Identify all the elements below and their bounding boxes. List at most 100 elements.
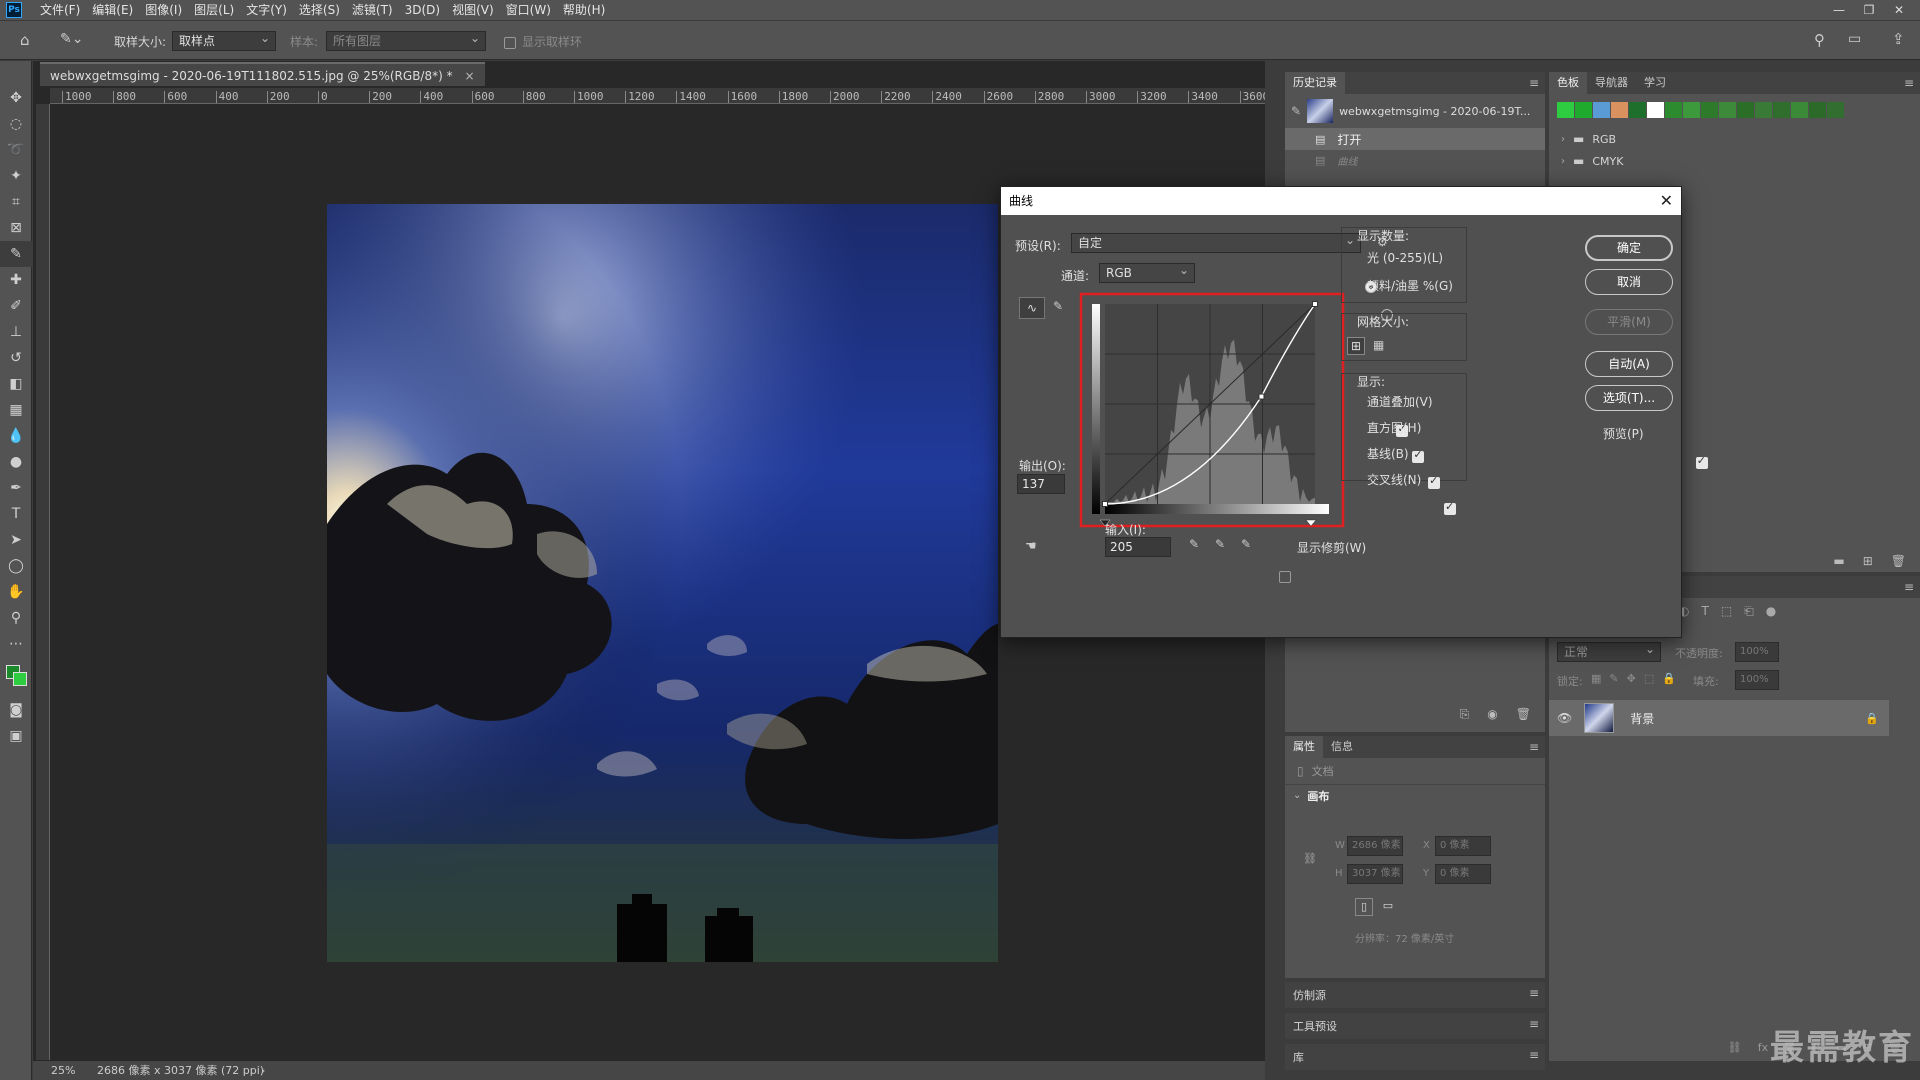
lock-icons[interactable]: ▦✎✥⬚🔒 [1591, 672, 1684, 685]
quick-mask-icon[interactable]: ◙ [0, 697, 32, 723]
type-tool-icon[interactable]: T [0, 501, 32, 527]
more-tools-icon[interactable]: ⋯ [0, 631, 32, 657]
eraser-tool-icon[interactable]: ◧ [0, 371, 32, 397]
stamp-tool-icon[interactable]: ⊥ [0, 319, 32, 345]
camera-snapshot-icon[interactable]: ◉ [1487, 707, 1497, 721]
history-item[interactable]: ▤ 打开 [1285, 128, 1545, 150]
gradient-tool-icon[interactable]: ▦ [0, 397, 32, 423]
color-swatch[interactable] [1647, 102, 1664, 118]
shape-filter-icon[interactable]: ⬚ [1721, 604, 1732, 618]
smooth-button[interactable]: 平滑(M) [1585, 309, 1673, 335]
background-color[interactable] [13, 672, 27, 686]
menu-3d[interactable]: 3D(D) [399, 0, 446, 20]
tab-navigator[interactable]: 导航器 [1587, 72, 1636, 94]
search-icon[interactable]: ⚲ [1814, 31, 1825, 49]
show-ring-checkbox[interactable] [504, 36, 516, 49]
baseline-checkbox[interactable] [1428, 474, 1441, 489]
workspace-icon[interactable]: ▭ [1848, 31, 1861, 47]
intersection-checkbox[interactable] [1443, 500, 1456, 515]
panel-menu-icon[interactable]: ≡ [1529, 76, 1539, 90]
shape-tool-icon[interactable]: ◯ [0, 553, 32, 579]
curve-control-point[interactable] [1102, 501, 1108, 507]
brush-tool-icon[interactable]: ✐ [0, 293, 32, 319]
eyedropper-tool-icon[interactable]: ✎ [0, 241, 32, 267]
curve-control-point[interactable] [1258, 393, 1265, 400]
preset-select[interactable]: 自定 [1071, 231, 1361, 253]
landscape-orientation-icon[interactable]: ▭ [1379, 898, 1397, 916]
layer-row-background[interactable]: 👁 背景 🔒 [1549, 700, 1889, 736]
filter-toggle-icon[interactable]: ● [1766, 604, 1776, 618]
status-arrow-icon[interactable]: › [261, 1061, 265, 1080]
white-eyedropper-icon[interactable]: ✎ [1241, 537, 1251, 551]
color-swatch[interactable] [1665, 102, 1682, 118]
targeted-adjustment-icon[interactable]: ☚ [1025, 539, 1037, 554]
output-field[interactable]: 137 [1017, 474, 1065, 494]
restore-button[interactable]: ❐ [1854, 0, 1884, 20]
eyedropper-tool-icon[interactable]: ✎⌄ [60, 31, 83, 47]
blend-mode-select[interactable]: 正常 [1557, 640, 1661, 662]
history-item[interactable]: ▤ 曲线 [1285, 150, 1545, 170]
ok-button[interactable]: 确定 [1585, 235, 1673, 261]
menu-layer[interactable]: 图层(L) [188, 0, 240, 20]
color-swatch[interactable] [1791, 102, 1808, 118]
menu-image[interactable]: 图像(I) [139, 0, 188, 20]
canvas-image[interactable] [327, 204, 998, 962]
histogram-checkbox[interactable] [1412, 448, 1425, 463]
tab-properties[interactable]: 属性 [1285, 736, 1323, 758]
grid-4x4-icon[interactable]: ⊞ [1347, 337, 1365, 355]
menu-help[interactable]: 帮助(H) [557, 0, 611, 20]
curves-graph[interactable] [1079, 292, 1345, 528]
show-clipping-checkbox[interactable] [1279, 570, 1291, 583]
width-field[interactable]: 2686 像素 [1347, 836, 1403, 856]
panel-menu-icon[interactable]: ≡ [1529, 986, 1539, 1000]
auto-button[interactable]: 自动(A) [1585, 351, 1673, 377]
trash-icon[interactable]: 🗑 [1891, 554, 1906, 568]
smart-object-filter-icon[interactable]: ⎗ [1744, 604, 1754, 619]
channel-select[interactable]: RGB [1099, 261, 1195, 283]
color-swatch[interactable] [1629, 102, 1646, 118]
color-swatch[interactable] [1611, 102, 1628, 118]
pencil-tool-icon[interactable]: ✎ [1053, 299, 1063, 313]
portrait-orientation-icon[interactable]: ▯ [1355, 898, 1373, 916]
fill-field[interactable]: 100% [1735, 670, 1779, 690]
healing-tool-icon[interactable]: ✚ [0, 267, 32, 293]
cancel-button[interactable]: 取消 [1585, 269, 1673, 295]
marquee-tool-icon[interactable]: ◌ [0, 111, 32, 137]
swatch-folder-cmyk[interactable]: › ▬ CMYK [1549, 150, 1920, 172]
panel-menu-icon[interactable]: ≡ [1529, 1017, 1539, 1031]
panel-menu-icon[interactable]: ≡ [1904, 580, 1914, 594]
height-field[interactable]: 3037 像素 [1347, 864, 1403, 884]
opacity-field[interactable]: 100% [1735, 642, 1779, 662]
color-swatches[interactable] [0, 657, 31, 697]
tool-presets-panel[interactable]: 工具预设 ≡ [1285, 1013, 1545, 1039]
new-folder-icon[interactable]: ▬ [1833, 554, 1844, 568]
new-swatch-icon[interactable]: ⊞ [1863, 554, 1873, 568]
curve-control-point[interactable] [1312, 301, 1318, 307]
menu-select[interactable]: 选择(S) [293, 0, 346, 20]
path-select-tool-icon[interactable]: ➤ [0, 527, 32, 553]
color-swatch[interactable] [1755, 102, 1772, 118]
screen-mode-icon[interactable]: ▣ [0, 723, 32, 749]
crop-tool-icon[interactable]: ⌗ [0, 189, 32, 215]
home-icon[interactable]: ⌂ [20, 31, 30, 49]
document-tab[interactable]: webwxgetmsgimg - 2020-06-19T111802.515.j… [40, 62, 485, 86]
minimize-button[interactable]: — [1824, 0, 1854, 20]
panel-menu-icon[interactable]: ≡ [1904, 76, 1914, 90]
curve-plot[interactable] [1102, 301, 1318, 507]
black-eyedropper-icon[interactable]: ✎ [1189, 537, 1199, 551]
color-swatch[interactable] [1557, 102, 1574, 118]
tab-learn[interactable]: 学习 [1636, 72, 1674, 94]
tab-info[interactable]: 信息 [1323, 736, 1361, 758]
link-layers-icon[interactable]: ⛓ [1728, 1041, 1742, 1054]
panel-menu-icon[interactable]: ≡ [1529, 1048, 1539, 1062]
color-swatch[interactable] [1701, 102, 1718, 118]
canvas-section-header[interactable]: ⌄ 画布 [1285, 784, 1545, 806]
blur-tool-icon[interactable]: 💧 [0, 423, 32, 449]
color-swatch[interactable] [1719, 102, 1736, 118]
color-swatch[interactable] [1683, 102, 1700, 118]
color-swatch[interactable] [1737, 102, 1754, 118]
menu-type[interactable]: 文字(Y) [240, 0, 293, 20]
frame-tool-icon[interactable]: ⊠ [0, 215, 32, 241]
hand-tool-icon[interactable]: ✋ [0, 579, 32, 605]
zoom-level[interactable]: 25% [51, 1061, 75, 1080]
